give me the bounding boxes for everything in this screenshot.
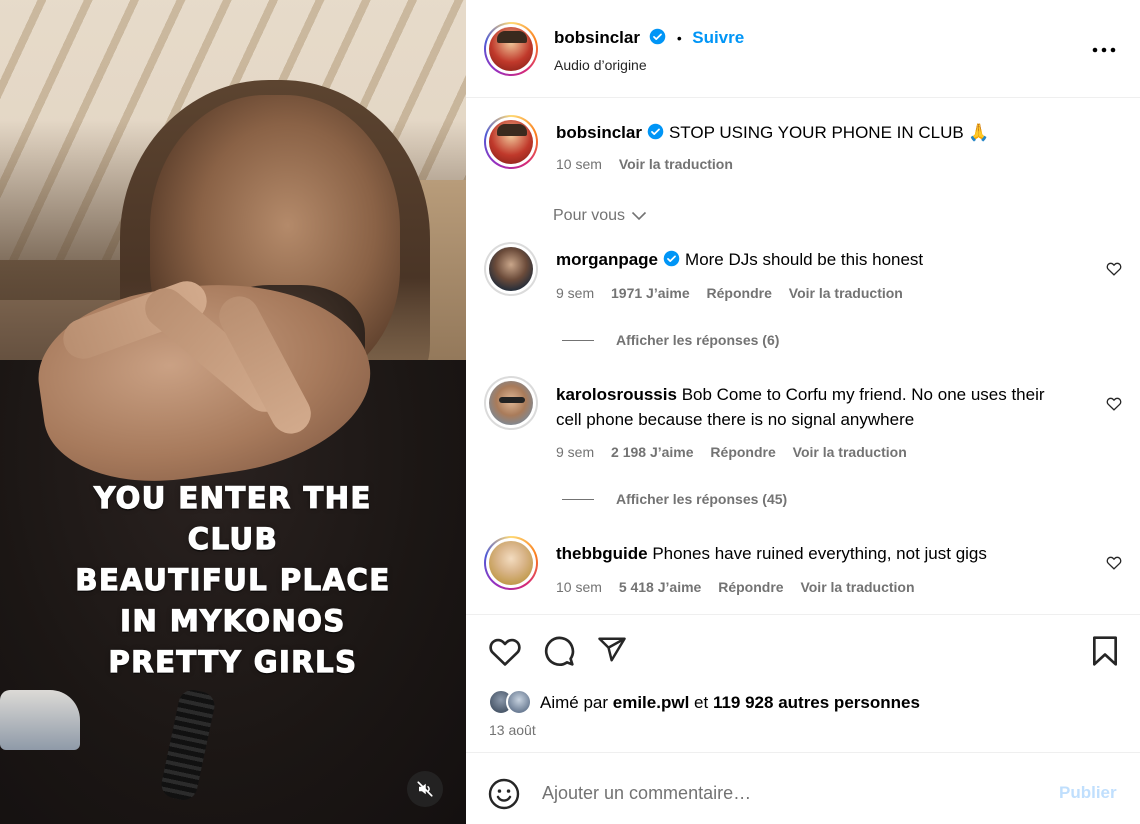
reply-button[interactable]: Répondre: [710, 444, 775, 460]
mute-button[interactable]: [407, 771, 443, 807]
comment-like-icon[interactable]: [1106, 261, 1122, 276]
verified-badge-icon: [663, 250, 680, 267]
comment-meta: 9 sem 1971 J’aime Répondre Voir la tradu…: [556, 285, 903, 301]
liked-by-avatars[interactable]: [488, 689, 534, 715]
chevron-down-icon: [631, 211, 647, 221]
comment-like-icon[interactable]: [1106, 396, 1122, 411]
comments-filter-label: Pour vous: [553, 207, 626, 224]
comment-input[interactable]: Ajouter un commentaire…: [542, 783, 751, 804]
emoji-icon[interactable]: [488, 778, 520, 810]
comment-meta: 9 sem 2 198 J’aime Répondre Voir la trad…: [556, 444, 907, 460]
caption-author[interactable]: bobsinclar: [556, 123, 642, 142]
comment-composer: Ajouter un commentaire… Publier: [466, 752, 1140, 824]
caption-avatar[interactable]: [484, 115, 538, 169]
comment-like-icon[interactable]: [1106, 555, 1122, 570]
comment-time[interactable]: 9 sem: [556, 444, 594, 460]
comment-meta: 10 sem 5 418 J’aime Répondre Voir la tra…: [556, 579, 915, 595]
translate-link[interactable]: Voir la traduction: [793, 444, 907, 460]
comment-likes[interactable]: 1971 J’aime: [611, 285, 690, 301]
comment-author[interactable]: morganpage: [556, 250, 658, 269]
view-replies-label: Afficher les réponses (6): [616, 332, 780, 348]
share-send-icon[interactable]: [596, 635, 628, 665]
speaker-muted-icon: [417, 781, 433, 797]
comment-author[interactable]: karolosroussis: [556, 385, 677, 404]
comment-time[interactable]: 10 sem: [556, 579, 602, 595]
view-replies-button[interactable]: Afficher les réponses (6): [562, 332, 779, 348]
comment-bubble-icon[interactable]: [543, 635, 575, 667]
liked-by-user[interactable]: emile.pwl: [613, 693, 690, 712]
caption-time[interactable]: 10 sem: [556, 156, 602, 172]
view-replies-label: Afficher les réponses (45): [616, 491, 788, 507]
overlay-line: BEAUTIFUL PLACE: [75, 562, 391, 597]
bookmark-icon[interactable]: [1091, 635, 1119, 667]
caption-translate-link[interactable]: Voir la traduction: [619, 156, 733, 172]
caption-text: STOP USING YOUR PHONE IN CLUB 🙏: [668, 123, 990, 142]
like-heart-icon[interactable]: [488, 635, 522, 667]
reel-video[interactable]: YOU ENTER THE CLUB BEAUTIFUL PLACE IN MY…: [0, 0, 466, 824]
post-date[interactable]: 13 août: [489, 722, 536, 738]
comment-avatar[interactable]: [484, 242, 538, 296]
publish-button[interactable]: Publier: [1059, 783, 1117, 803]
follow-button[interactable]: Suivre: [692, 28, 744, 47]
overlay-line: PRETTY GIRLS: [108, 644, 358, 679]
video-shoes: [0, 690, 80, 750]
comment-text: Bob Come to Corfu my friend. No one uses…: [681, 385, 1045, 404]
comment-likes[interactable]: 5 418 J’aime: [619, 579, 702, 595]
comment-avatar[interactable]: [484, 536, 538, 590]
avatar: [506, 689, 532, 715]
comment-body: morganpage More DJs should be this hones…: [556, 247, 923, 272]
video-text-overlay: YOU ENTER THE CLUB BEAUTIFUL PLACE IN MY…: [0, 478, 466, 683]
view-replies-button[interactable]: Afficher les réponses (45): [562, 491, 787, 507]
comment-time[interactable]: 9 sem: [556, 285, 594, 301]
comment-text: Phones have ruined everything, not just …: [652, 544, 987, 563]
comment-text: More DJs should be this honest: [685, 250, 924, 269]
verified-badge-icon: [650, 28, 666, 45]
overlay-line: CLUB: [187, 521, 279, 556]
post-panel: bobsinclar • Suivre Audio d’origine bobs…: [466, 0, 1140, 824]
author-avatar[interactable]: [484, 22, 538, 76]
comment-likes[interactable]: 2 198 J’aime: [611, 444, 694, 460]
post-header: bobsinclar • Suivre Audio d’origine: [466, 0, 1140, 98]
overlay-line: IN MYKONOS: [120, 603, 346, 638]
comment-body: karolosroussis Bob Come to Corfu my frie…: [556, 382, 1045, 432]
translate-link[interactable]: Voir la traduction: [789, 285, 903, 301]
comment-body: thebbguide Phones have ruined everything…: [556, 541, 987, 566]
comments-filter[interactable]: Pour vous: [553, 207, 647, 225]
translate-link[interactable]: Voir la traduction: [800, 579, 914, 595]
author-username[interactable]: bobsinclar: [554, 28, 640, 47]
separator-dot: •: [676, 30, 682, 46]
audio-label[interactable]: Audio d’origine: [554, 57, 647, 73]
reply-button[interactable]: Répondre: [718, 579, 783, 595]
reply-button[interactable]: Répondre: [707, 285, 772, 301]
comment-author[interactable]: thebbguide: [556, 544, 648, 563]
verified-badge-icon: [647, 123, 664, 140]
likes-and: et: [694, 693, 709, 712]
comment-avatar[interactable]: [484, 376, 538, 430]
comment-text: cell phone because there is no signal an…: [556, 410, 915, 429]
likes-prefix: Aimé par: [540, 693, 609, 712]
likes-count[interactable]: 119 928 autres personnes: [713, 693, 920, 712]
more-options-button[interactable]: [1090, 40, 1118, 60]
caption: bobsinclar STOP USING YOUR PHONE IN CLUB…: [556, 120, 990, 145]
more-horizontal-icon: [1092, 47, 1116, 53]
likes-summary: Aimé par emile.pwl et 119 928 autres per…: [540, 693, 920, 713]
overlay-line: YOU ENTER THE: [94, 480, 372, 515]
